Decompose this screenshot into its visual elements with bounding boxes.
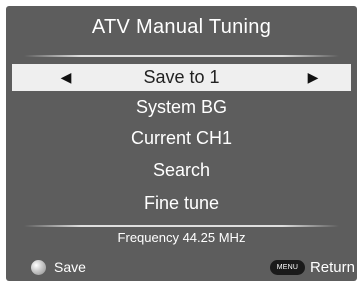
right-arrow-icon[interactable]: ▶	[303, 64, 323, 91]
menu-button-icon: MENU	[269, 259, 305, 275]
menu-item-save-to[interactable]: ◀ Save to 1 ▶	[12, 64, 351, 91]
save-label: Save	[54, 259, 86, 275]
save-hint[interactable]: Save	[31, 258, 86, 276]
top-divider	[24, 55, 339, 57]
bottom-divider	[24, 225, 339, 227]
panel-title: ATV Manual Tuning	[91, 16, 272, 38]
menu-item-label: System BG	[135, 97, 228, 117]
frequency-readout: Frequency 44.25 MHz	[117, 230, 246, 245]
menu-item-system[interactable]: System BG	[12, 94, 351, 121]
left-arrow-icon[interactable]: ◀	[56, 64, 76, 91]
menu-item-label: Search	[152, 160, 211, 180]
menu-item-fine-tune[interactable]: Fine tune	[12, 190, 351, 217]
ok-button-icon	[31, 259, 46, 275]
menu-item-label: Save to 1	[143, 67, 220, 87]
menu-item-label: Fine tune	[143, 193, 220, 213]
atv-manual-tuning-panel: ATV Manual Tuning ◀ Save to 1 ▶ System B…	[6, 6, 357, 281]
menu-item-search[interactable]: Search	[12, 157, 351, 184]
return-hint[interactable]: MENU Return	[269, 257, 355, 277]
return-label: Return	[309, 258, 355, 276]
menu-item-current-channel[interactable]: Current CH1	[12, 125, 351, 152]
menu-item-label: Current CH1	[130, 128, 233, 148]
